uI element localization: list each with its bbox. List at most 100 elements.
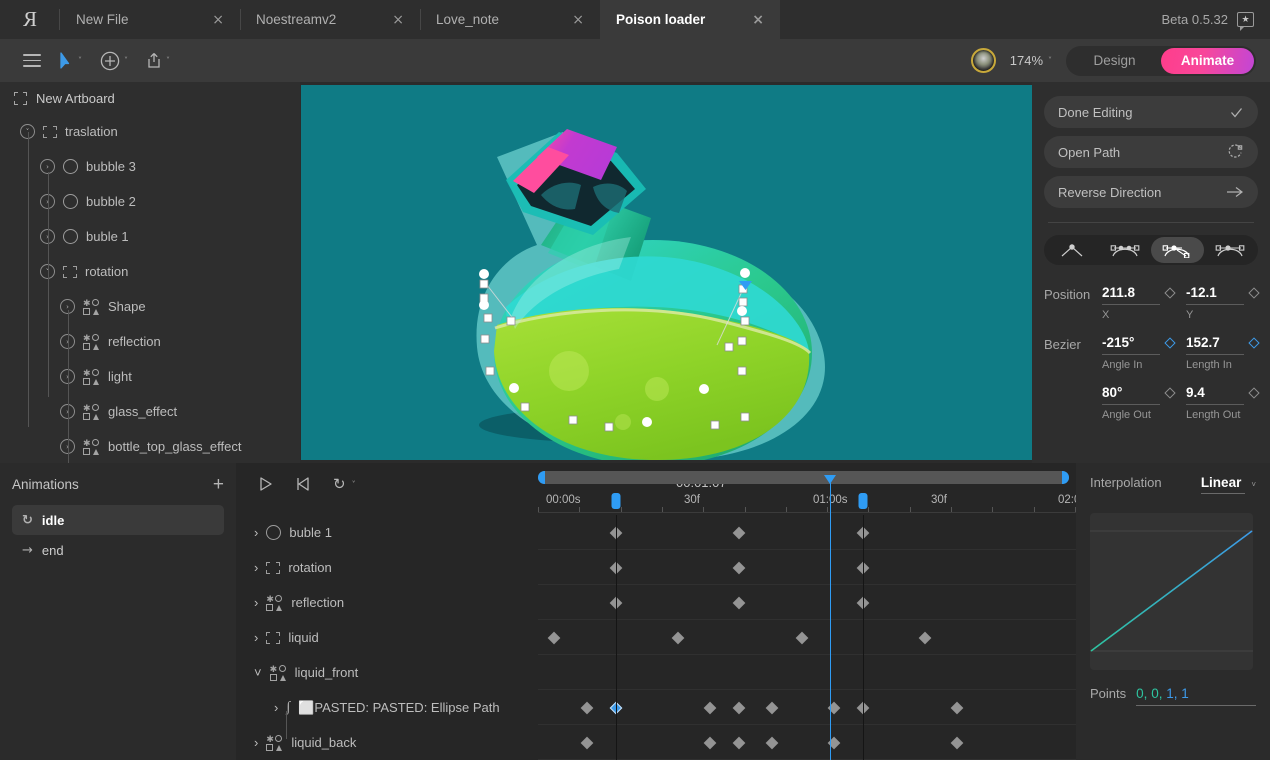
timeline-row-label[interactable]: ›∫⬜PASTED: PASTED: Ellipse Path — [236, 690, 538, 725]
hierarchy-node[interactable]: ›bubble 3 — [0, 149, 300, 184]
add-animation-button[interactable]: + — [213, 475, 224, 494]
reverse-direction-button[interactable]: Reverse Direction — [1044, 176, 1258, 208]
disclosure-triangle[interactable]: › — [254, 735, 258, 750]
timeline-lane[interactable] — [538, 690, 1076, 725]
keyframe[interactable] — [733, 736, 746, 749]
close-icon[interactable]: × — [384, 13, 404, 27]
timeline-lane[interactable] — [538, 655, 1076, 690]
work-range-start-handle[interactable] — [612, 493, 621, 509]
timeline-lanes[interactable] — [538, 515, 1076, 760]
position-x-field[interactable]: 211.8 X — [1102, 285, 1174, 321]
select-tool-button[interactable]: ˅ — [50, 47, 91, 75]
create-tool-button[interactable]: ˅ — [91, 47, 137, 75]
timeline-lane[interactable] — [538, 515, 1076, 550]
close-icon[interactable]: × — [564, 13, 584, 27]
hierarchy-node[interactable]: ›bubble 2 — [0, 184, 300, 219]
hierarchy-node[interactable]: ›✱light — [0, 359, 300, 394]
keyframe[interactable] — [733, 526, 746, 539]
keyframe-toggle-icon[interactable] — [1164, 287, 1175, 298]
keyframe[interactable] — [796, 631, 809, 644]
position-y-value[interactable]: -12.1 — [1186, 285, 1244, 305]
length-in-value[interactable]: 152.7 — [1186, 335, 1244, 355]
hierarchy-node[interactable]: ›✱Shape — [0, 289, 300, 324]
keyframe[interactable] — [548, 631, 561, 644]
avatar[interactable] — [971, 48, 996, 73]
points-value[interactable]: 0, 0, 1, 1 — [1136, 686, 1256, 706]
artboard-row[interactable]: New Artboard — [0, 82, 300, 114]
angle-in-value[interactable]: -215° — [1102, 335, 1160, 355]
path-edit-overlay[interactable] — [301, 85, 1032, 460]
keyframe[interactable] — [704, 701, 717, 714]
position-x-value[interactable]: 211.8 — [1102, 285, 1160, 305]
tab-love-note[interactable]: Love_note × — [420, 0, 600, 39]
keyframe-toggle-icon[interactable] — [1248, 287, 1259, 298]
zoom-control[interactable]: 174% ˅ — [1010, 53, 1052, 68]
chevron-down-icon[interactable]: ˅ — [1048, 56, 1052, 65]
timeline-row-label[interactable]: ›liquid — [236, 620, 538, 655]
disconnected-vertex-button[interactable] — [1204, 237, 1257, 263]
timeline-lane[interactable] — [538, 725, 1076, 760]
disclosure-triangle[interactable]: › — [254, 560, 258, 575]
export-button[interactable]: ˅ — [137, 47, 179, 75]
keyframe[interactable] — [951, 701, 964, 714]
disclosure-triangle[interactable]: › — [254, 525, 258, 540]
tab-new-file[interactable]: New File × — [60, 0, 240, 39]
length-out-value[interactable]: 9.4 — [1186, 385, 1244, 405]
open-path-button[interactable]: Open Path — [1044, 136, 1258, 168]
chevron-down-icon[interactable]: ˅ — [1251, 480, 1256, 489]
work-range-end-handle[interactable] — [859, 493, 868, 509]
done-editing-button[interactable]: Done Editing — [1044, 96, 1258, 128]
animation-item-end[interactable]: → end — [12, 535, 224, 565]
timeline-row-label[interactable]: ›buble 1 — [236, 515, 538, 550]
timeline-lane[interactable] — [538, 550, 1076, 585]
position-y-field[interactable]: -12.1 Y — [1186, 285, 1258, 321]
timeline-row-label[interactable]: ›rotation — [236, 550, 538, 585]
play-icon[interactable] — [258, 476, 273, 492]
menu-button[interactable] — [14, 47, 50, 75]
angle-out-field[interactable]: 80° Angle Out — [1102, 385, 1174, 421]
close-icon[interactable]: × — [744, 13, 764, 27]
length-in-field[interactable]: 152.7 Length In — [1186, 335, 1258, 371]
timeline-lane[interactable] — [538, 620, 1076, 655]
animation-item-idle[interactable]: ↻ idle — [12, 505, 224, 535]
timeline-scrollbar[interactable] — [538, 471, 1069, 484]
keyframe[interactable] — [581, 701, 594, 714]
keyframe-toggle-icon[interactable] — [1248, 387, 1259, 398]
tab-design[interactable]: Design — [1068, 48, 1161, 74]
hierarchy-node[interactable]: ›✱glass_effect — [0, 394, 300, 429]
disclosure-triangle[interactable]: › — [254, 595, 258, 610]
keyframe[interactable] — [733, 596, 746, 609]
loop-mode-button[interactable]: ↻ ˅ — [333, 475, 356, 493]
hierarchy-node[interactable]: ›buble 1 — [0, 219, 300, 254]
tab-poison-loader[interactable]: Poison loader × — [600, 0, 780, 39]
canvas-viewport[interactable] — [301, 85, 1032, 460]
keyframe[interactable] — [704, 736, 717, 749]
keyframe[interactable] — [766, 701, 779, 714]
straight-vertex-button[interactable] — [1046, 237, 1099, 263]
interpolation-curve-editor[interactable] — [1090, 513, 1253, 670]
keyframe[interactable] — [733, 561, 746, 574]
keyframe-toggle-icon[interactable] — [1164, 387, 1175, 398]
keyframe[interactable] — [919, 631, 932, 644]
keyframe[interactable] — [581, 736, 594, 749]
app-logo[interactable]: R — [0, 0, 60, 39]
disclosure-triangle[interactable]: ˅ — [254, 665, 262, 680]
jump-to-start-icon[interactable] — [295, 476, 311, 492]
keyframe[interactable] — [766, 736, 779, 749]
mirrored-vertex-button[interactable] — [1099, 237, 1152, 263]
tab-noestreamv2[interactable]: Noestreamv2 × — [240, 0, 420, 39]
hierarchy-node[interactable]: ˅traslation — [0, 114, 300, 149]
timeline-lane[interactable] — [538, 585, 1076, 620]
keyframe-toggle-icon[interactable] — [1164, 337, 1175, 348]
hierarchy-node[interactable]: ˅rotation — [0, 254, 300, 289]
chevron-down-icon[interactable]: ˅ — [166, 56, 170, 65]
keyframe-toggle-icon[interactable] — [1248, 337, 1259, 348]
timeline-row-label[interactable]: ›✱reflection — [236, 585, 538, 620]
keyframe[interactable] — [672, 631, 685, 644]
playhead[interactable] — [830, 483, 831, 760]
feedback-icon[interactable]: ★ — [1237, 12, 1254, 27]
chevron-down-icon[interactable]: ˅ — [352, 480, 356, 489]
length-out-field[interactable]: 9.4 Length Out — [1186, 385, 1258, 421]
close-icon[interactable]: × — [204, 13, 224, 27]
angle-in-field[interactable]: -215° Angle In — [1102, 335, 1174, 371]
